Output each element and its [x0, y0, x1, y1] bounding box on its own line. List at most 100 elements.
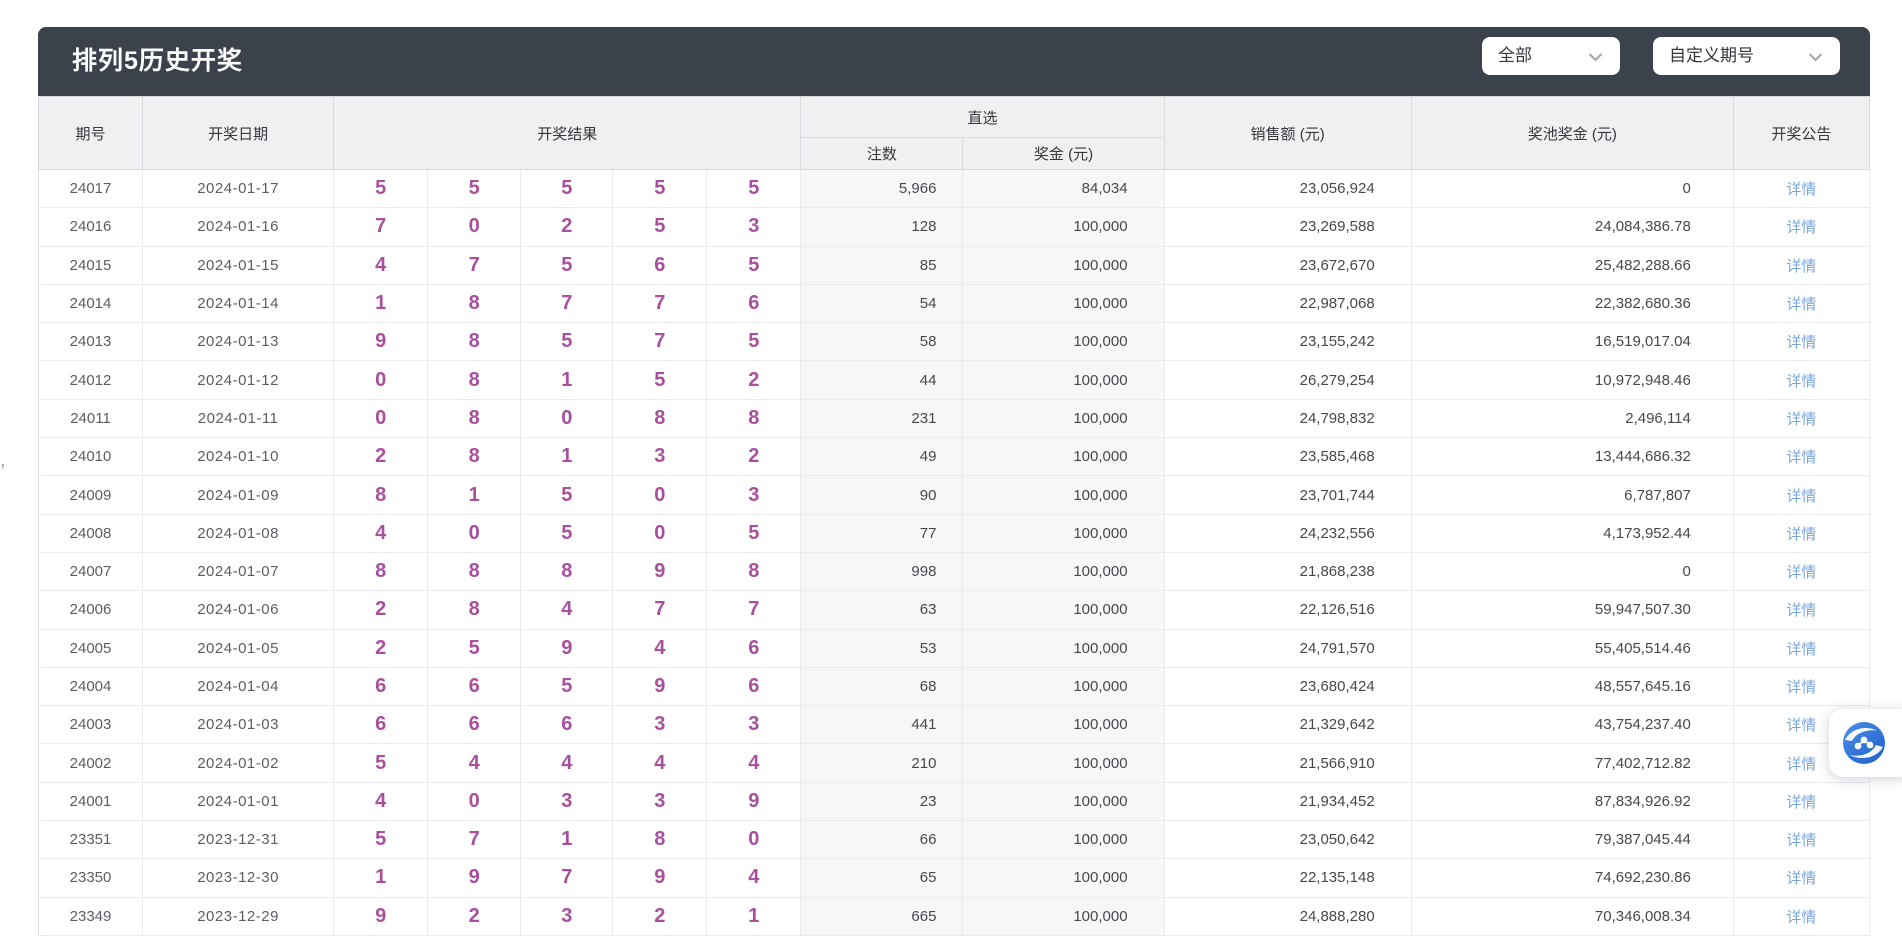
result-digit: 2: [613, 897, 707, 935]
custom-period-dropdown[interactable]: 自定义期号: [1653, 37, 1840, 75]
result-digit: 0: [428, 514, 521, 552]
prize-cell: 100,000: [963, 438, 1164, 476]
result-digit: 9: [613, 667, 707, 705]
result-digit: 2: [334, 629, 428, 667]
result-digit: 5: [334, 170, 428, 208]
detail-link[interactable]: 详情: [1786, 373, 1816, 390]
result-digit: 7: [428, 821, 521, 859]
pool-cell: 0: [1411, 552, 1733, 590]
period-cell: 24010: [39, 438, 143, 476]
lottery-ball-logo-icon: [1840, 719, 1888, 767]
detail-link[interactable]: 详情: [1786, 296, 1816, 313]
pool-cell: 0: [1411, 170, 1733, 208]
detail-link[interactable]: 详情: [1786, 756, 1816, 773]
result-digit: 3: [707, 208, 801, 246]
detail-link[interactable]: 详情: [1786, 449, 1816, 466]
result-digit: 5: [707, 514, 801, 552]
table-row: 24008 2024-01-08 4 0 5 0 5 77 100,000 24…: [39, 514, 1870, 552]
detail-link[interactable]: 详情: [1786, 794, 1816, 811]
detail-link[interactable]: 详情: [1786, 832, 1816, 849]
detail-link[interactable]: 详情: [1786, 564, 1816, 581]
table-row: 24007 2024-01-07 8 8 8 9 8 998 100,000 2…: [39, 552, 1870, 590]
bets-cell: 85: [801, 246, 963, 284]
sales-cell: 23,050,642: [1164, 821, 1411, 859]
bets-cell: 58: [801, 323, 963, 361]
detail-link[interactable]: 详情: [1786, 870, 1816, 887]
pool-cell: 13,444,686.32: [1411, 438, 1733, 476]
period-cell: 24003: [39, 706, 143, 744]
date-cell: 2024-01-10: [143, 438, 334, 476]
bets-cell: 77: [801, 514, 963, 552]
period-cell: 24015: [39, 246, 143, 284]
detail-link[interactable]: 详情: [1786, 258, 1816, 275]
table-row: 24006 2024-01-06 2 8 4 7 7 63 100,000 22…: [39, 591, 1870, 629]
detail-link[interactable]: 详情: [1786, 219, 1816, 236]
prize-cell: 100,000: [963, 514, 1164, 552]
sales-cell: 24,798,832: [1164, 399, 1411, 437]
result-digit: 7: [613, 591, 707, 629]
detail-link[interactable]: 详情: [1786, 641, 1816, 658]
history-panel: 排列5历史开奖 全部 自定义期号 期号 开奖日期 开奖结果 直: [38, 27, 1870, 936]
bets-cell: 66: [801, 821, 963, 859]
result-digit: 4: [707, 744, 801, 782]
detail-link[interactable]: 详情: [1786, 181, 1816, 198]
result-digit: 5: [613, 361, 707, 399]
detail-link[interactable]: 详情: [1786, 717, 1816, 734]
table-row: 24014 2024-01-14 1 8 7 7 6 54 100,000 22…: [39, 284, 1870, 322]
period-cell: 24012: [39, 361, 143, 399]
detail-link[interactable]: 详情: [1786, 526, 1816, 543]
detail-link[interactable]: 详情: [1786, 679, 1816, 696]
result-digit: 2: [707, 361, 801, 399]
prize-cell: 100,000: [963, 782, 1164, 820]
col-header-announcement: 开奖公告: [1733, 97, 1869, 170]
table-row: 24012 2024-01-12 0 8 1 5 2 44 100,000 26…: [39, 361, 1870, 399]
date-cell: 2023-12-30: [143, 859, 334, 897]
result-digit: 3: [521, 897, 613, 935]
date-cell: 2024-01-01: [143, 782, 334, 820]
col-header-period: 期号: [39, 97, 143, 170]
period-cell: 24011: [39, 399, 143, 437]
detail-link[interactable]: 详情: [1786, 909, 1816, 926]
sales-cell: 23,701,744: [1164, 476, 1411, 514]
detail-link[interactable]: 详情: [1786, 334, 1816, 351]
floating-service-button[interactable]: [1829, 709, 1902, 777]
custom-period-selected-value: 自定义期号: [1669, 37, 1754, 75]
pool-cell: 2,496,114: [1411, 399, 1733, 437]
result-digit: 8: [428, 399, 521, 437]
prize-cell: 100,000: [963, 552, 1164, 590]
table-row: 23349 2023-12-29 9 2 3 2 1 665 100,000 2…: [39, 897, 1870, 935]
result-digit: 3: [613, 782, 707, 820]
date-cell: 2024-01-08: [143, 514, 334, 552]
pool-cell: 16,519,017.04: [1411, 323, 1733, 361]
result-digit: 4: [613, 629, 707, 667]
prize-cell: 100,000: [963, 476, 1164, 514]
detail-link[interactable]: 详情: [1786, 488, 1816, 505]
prize-cell: 100,000: [963, 208, 1164, 246]
pool-cell: 74,692,230.86: [1411, 859, 1733, 897]
result-digit: 6: [428, 706, 521, 744]
table-row: 24015 2024-01-15 4 7 5 6 5 85 100,000 23…: [39, 246, 1870, 284]
draw-type-dropdown[interactable]: 全部: [1482, 37, 1620, 75]
bets-cell: 23: [801, 782, 963, 820]
result-digit: 6: [334, 706, 428, 744]
pool-cell: 55,405,514.46: [1411, 629, 1733, 667]
period-cell: 23350: [39, 859, 143, 897]
result-digit: 4: [707, 859, 801, 897]
result-digit: 3: [707, 706, 801, 744]
result-digit: 6: [707, 667, 801, 705]
result-digit: 5: [707, 323, 801, 361]
table-row: 23351 2023-12-31 5 7 1 8 0 66 100,000 23…: [39, 821, 1870, 859]
result-digit: 5: [428, 629, 521, 667]
pool-cell: 43,754,237.40: [1411, 706, 1733, 744]
detail-link[interactable]: 详情: [1786, 411, 1816, 428]
detail-link[interactable]: 详情: [1786, 602, 1816, 619]
col-header-result: 开奖结果: [334, 97, 801, 170]
result-digit: 8: [707, 552, 801, 590]
sales-cell: 24,791,570: [1164, 629, 1411, 667]
result-digit: 9: [334, 897, 428, 935]
pool-cell: 79,387,045.44: [1411, 821, 1733, 859]
period-cell: 24013: [39, 323, 143, 361]
result-digit: 7: [613, 284, 707, 322]
sales-cell: 24,232,556: [1164, 514, 1411, 552]
pool-cell: 25,482,288.66: [1411, 246, 1733, 284]
